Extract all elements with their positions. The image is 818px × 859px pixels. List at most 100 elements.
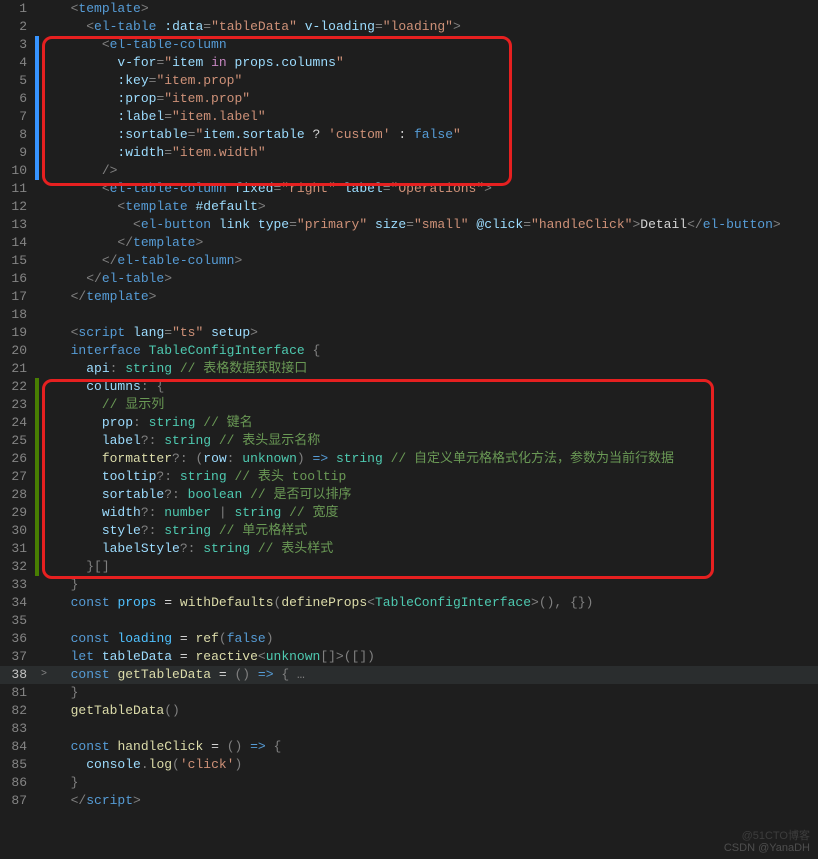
code-content[interactable]: }: [49, 684, 78, 702]
code-line[interactable]: 10 />: [0, 162, 818, 180]
code-content[interactable]: :sortable="item.sortable ? 'custom' : fa…: [49, 126, 461, 144]
code-content[interactable]: </template>: [49, 288, 156, 306]
code-line[interactable]: 27 tooltip?: string // 表头 tooltip: [0, 468, 818, 486]
fold-toggle[interactable]: >: [39, 666, 49, 684]
code-line[interactable]: 28 sortable?: boolean // 是否可以排序: [0, 486, 818, 504]
code-line[interactable]: 2 <el-table :data="tableData" v-loading=…: [0, 18, 818, 36]
code-content[interactable]: </el-table-column>: [49, 252, 242, 270]
code-content[interactable]: formatter?: (row: unknown) => string // …: [49, 450, 674, 468]
code-line[interactable]: 8 :sortable="item.sortable ? 'custom' : …: [0, 126, 818, 144]
code-line[interactable]: 26 formatter?: (row: unknown) => string …: [0, 450, 818, 468]
code-line[interactable]: 86 }: [0, 774, 818, 792]
code-content[interactable]: :width="item.width": [49, 144, 266, 162]
code-line[interactable]: 14 </template>: [0, 234, 818, 252]
code-content[interactable]: <template>: [49, 0, 149, 18]
code-line[interactable]: 85 console.log('click'): [0, 756, 818, 774]
code-content[interactable]: <el-button link type="primary" size="sma…: [49, 216, 781, 234]
code-content[interactable]: [49, 306, 55, 324]
line-number: 37: [0, 648, 35, 666]
code-content[interactable]: interface TableConfigInterface {: [49, 342, 320, 360]
code-line[interactable]: 25 label?: string // 表头显示名称: [0, 432, 818, 450]
code-content[interactable]: const handleClick = () => {: [49, 738, 281, 756]
code-line[interactable]: 30 style?: string // 单元格样式: [0, 522, 818, 540]
fold-toggle: [39, 522, 49, 540]
code-lines[interactable]: 1 <template>2 <el-table :data="tableData…: [0, 0, 818, 810]
code-line[interactable]: 81 }: [0, 684, 818, 702]
code-line[interactable]: 82 getTableData(): [0, 702, 818, 720]
code-content[interactable]: />: [49, 162, 117, 180]
code-content[interactable]: const getTableData = () => { …: [49, 666, 305, 684]
code-line[interactable]: 19 <script lang="ts" setup>: [0, 324, 818, 342]
code-content[interactable]: :prop="item.prop": [49, 90, 250, 108]
code-content[interactable]: </script>: [49, 792, 141, 810]
code-line[interactable]: 29 width?: number | string // 宽度: [0, 504, 818, 522]
code-content[interactable]: tooltip?: string // 表头 tooltip: [49, 468, 346, 486]
code-content[interactable]: let tableData = reactive<unknown[]>([]): [49, 648, 375, 666]
code-line[interactable]: 38> const getTableData = () => { …: [0, 666, 818, 684]
line-number: 16: [0, 270, 35, 288]
code-line[interactable]: 15 </el-table-column>: [0, 252, 818, 270]
line-number: 3: [0, 36, 35, 54]
code-content[interactable]: style?: string // 单元格样式: [49, 522, 307, 540]
code-content[interactable]: <el-table-column: [49, 36, 227, 54]
code-line[interactable]: 4 v-for="item in props.columns": [0, 54, 818, 72]
code-line[interactable]: 32 }[]: [0, 558, 818, 576]
code-content[interactable]: <el-table :data="tableData" v-loading="l…: [49, 18, 461, 36]
code-line[interactable]: 13 <el-button link type="primary" size="…: [0, 216, 818, 234]
code-line[interactable]: 31 labelStyle?: string // 表头样式: [0, 540, 818, 558]
code-content[interactable]: :key="item.prop": [49, 72, 242, 90]
code-line[interactable]: 83: [0, 720, 818, 738]
code-line[interactable]: 17 </template>: [0, 288, 818, 306]
code-line[interactable]: 23 // 显示列: [0, 396, 818, 414]
code-content[interactable]: </el-table>: [49, 270, 172, 288]
code-content[interactable]: <el-table-column fixed="right" label="Op…: [49, 180, 492, 198]
code-content[interactable]: labelStyle?: string // 表头样式: [49, 540, 333, 558]
code-content[interactable]: v-for="item in props.columns": [49, 54, 344, 72]
code-editor[interactable]: { "lines": [ {"n":"1","marker":"","fold"…: [0, 0, 818, 859]
code-line[interactable]: 18: [0, 306, 818, 324]
code-line[interactable]: 34 const props = withDefaults(defineProp…: [0, 594, 818, 612]
code-content[interactable]: }[]: [49, 558, 110, 576]
line-number: 83: [0, 720, 35, 738]
code-line[interactable]: 7 :label="item.label": [0, 108, 818, 126]
code-content[interactable]: sortable?: boolean // 是否可以排序: [49, 486, 351, 504]
code-line[interactable]: 11 <el-table-column fixed="right" label=…: [0, 180, 818, 198]
code-line[interactable]: 21 api: string // 表格数据获取接口: [0, 360, 818, 378]
code-line[interactable]: 37 let tableData = reactive<unknown[]>([…: [0, 648, 818, 666]
code-line[interactable]: 33 }: [0, 576, 818, 594]
code-content[interactable]: }: [49, 774, 78, 792]
code-content[interactable]: console.log('click'): [49, 756, 242, 774]
code-line[interactable]: 6 :prop="item.prop": [0, 90, 818, 108]
code-content[interactable]: <script lang="ts" setup>: [49, 324, 258, 342]
code-content[interactable]: [49, 612, 55, 630]
code-content[interactable]: // 显示列: [49, 396, 164, 414]
code-line[interactable]: 3 <el-table-column: [0, 36, 818, 54]
code-content[interactable]: :label="item.label": [49, 108, 266, 126]
watermark-csdn: CSDN @YanaDH: [724, 839, 810, 857]
code-content[interactable]: getTableData(): [49, 702, 180, 720]
code-line[interactable]: 22 columns: {: [0, 378, 818, 396]
code-content[interactable]: width?: number | string // 宽度: [49, 504, 339, 522]
code-line[interactable]: 24 prop: string // 键名: [0, 414, 818, 432]
code-line[interactable]: 1 <template>: [0, 0, 818, 18]
code-line[interactable]: 9 :width="item.width": [0, 144, 818, 162]
code-content[interactable]: const loading = ref(false): [49, 630, 274, 648]
fold-toggle: [39, 594, 49, 612]
code-line[interactable]: 12 <template #default>: [0, 198, 818, 216]
code-line[interactable]: 16 </el-table>: [0, 270, 818, 288]
code-content[interactable]: [49, 720, 55, 738]
code-content[interactable]: }: [49, 576, 78, 594]
code-line[interactable]: 84 const handleClick = () => {: [0, 738, 818, 756]
code-line[interactable]: 87 </script>: [0, 792, 818, 810]
code-line[interactable]: 35: [0, 612, 818, 630]
code-content[interactable]: const props = withDefaults(defineProps<T…: [49, 594, 593, 612]
code-line[interactable]: 20 interface TableConfigInterface {: [0, 342, 818, 360]
code-content[interactable]: <template #default>: [49, 198, 266, 216]
code-content[interactable]: columns: {: [49, 378, 164, 396]
code-content[interactable]: label?: string // 表头显示名称: [49, 432, 320, 450]
code-content[interactable]: </template>: [49, 234, 203, 252]
code-content[interactable]: prop: string // 键名: [49, 414, 253, 432]
code-content[interactable]: api: string // 表格数据获取接口: [49, 360, 307, 378]
code-line[interactable]: 36 const loading = ref(false): [0, 630, 818, 648]
code-line[interactable]: 5 :key="item.prop": [0, 72, 818, 90]
